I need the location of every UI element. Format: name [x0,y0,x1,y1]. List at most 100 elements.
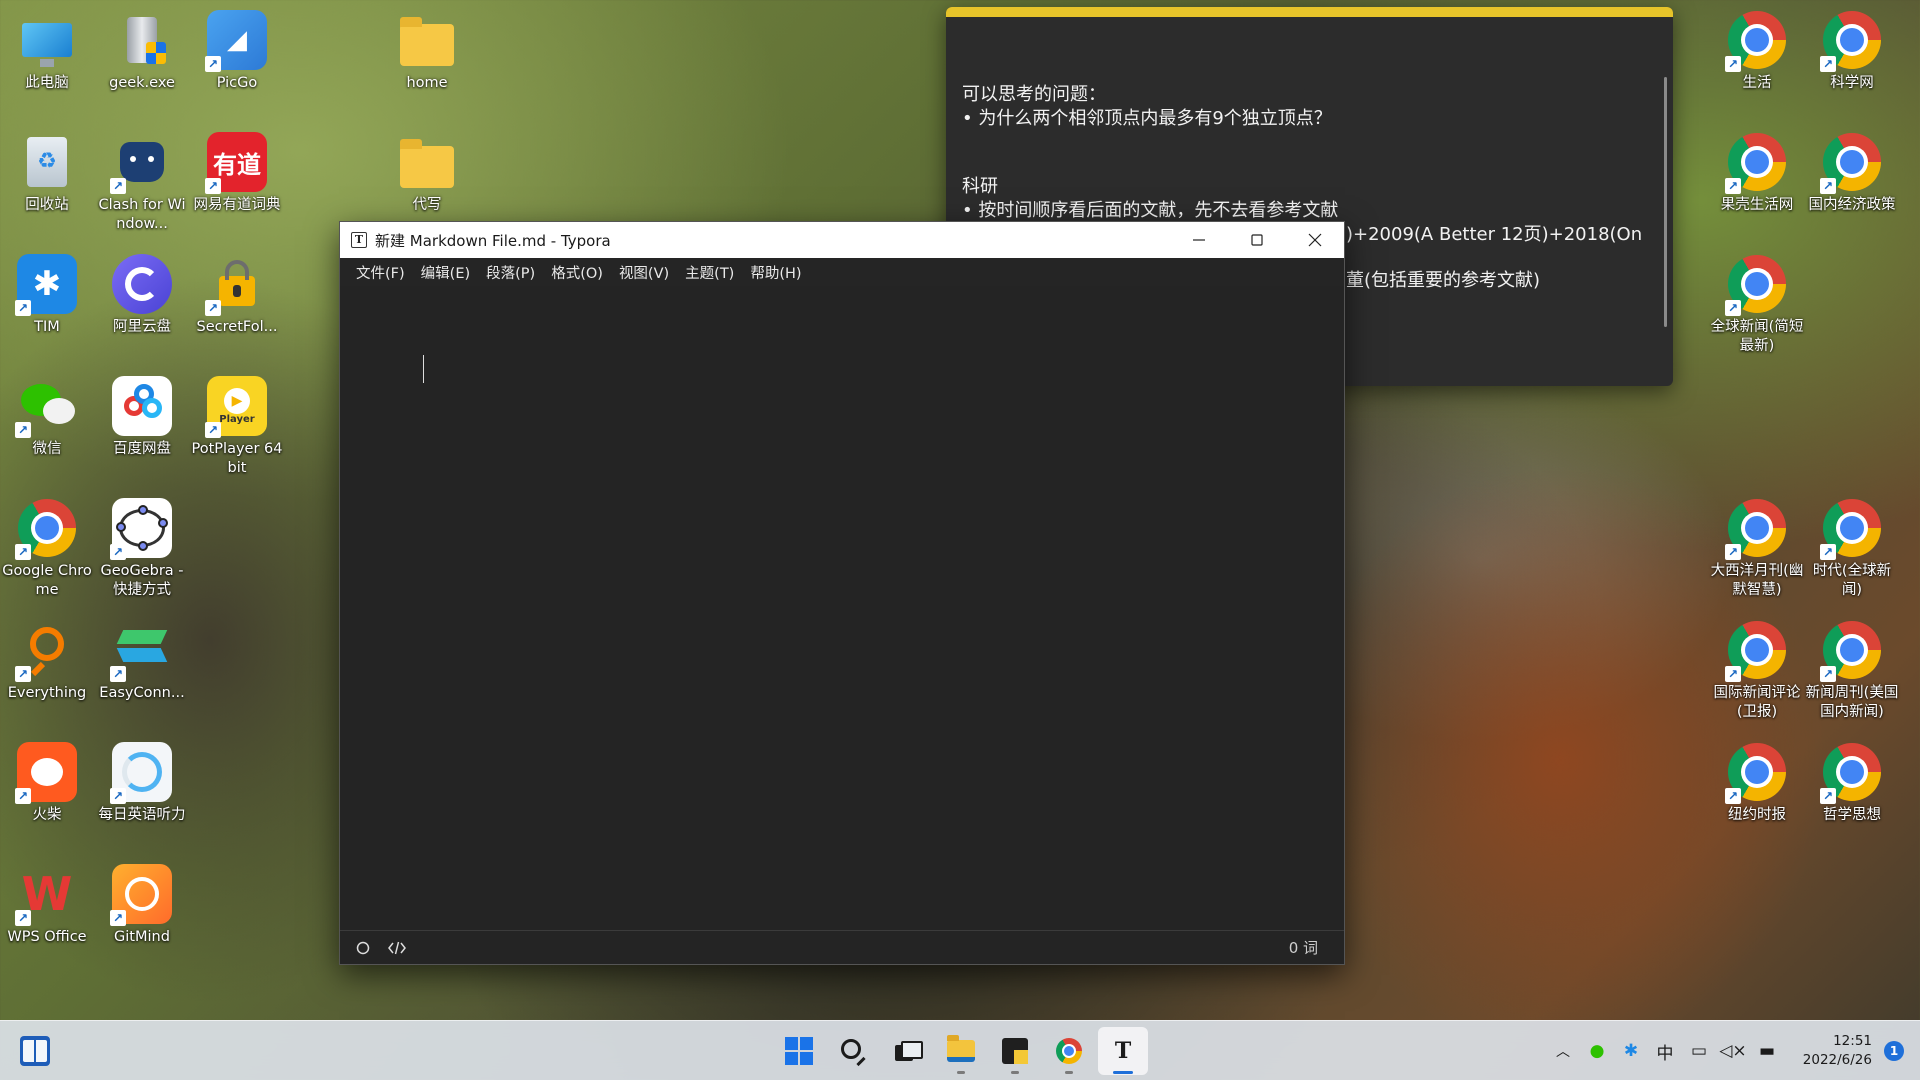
desktop-icon-secretfolder[interactable]: ↗ SecretFol... [189,254,285,337]
show-hidden-icons-button[interactable]: ︿ [1546,1041,1580,1061]
windows-logo-icon [785,1037,813,1065]
chrome-icon: ↗ [1820,498,1882,560]
source-code-mode-button[interactable] [382,933,412,963]
everything-icon: ↗ [15,620,77,682]
wps-icon: W ↗ [15,864,77,926]
chrome-icon: ↗ [1725,620,1787,682]
taskbar-file-explorer[interactable] [936,1027,986,1075]
notification-badge[interactable]: 1 [1884,1041,1904,1061]
desktop-icon-newsweek[interactable]: ↗ 新闻周刊(美国国内新闻) [1804,620,1900,722]
desktop-icon-youdao[interactable]: 有道 ↗ 网易有道词典 [189,132,285,215]
maximize-button[interactable] [1228,222,1286,258]
menu-edit[interactable]: 编辑(E) [413,262,478,283]
menu-paragraph[interactable]: 段落(P) [478,262,543,283]
close-button[interactable] [1286,222,1344,258]
task-view-button[interactable] [882,1027,932,1075]
desktop-icon-huochai[interactable]: ↗ 火柴 [0,742,95,825]
desktop-icon-potplayer[interactable]: ▶ Player ↗ PotPlayer 64 bit [189,376,285,478]
sticky-note-scrollbar[interactable] [1664,77,1667,327]
icon-label: Clash for Window... [98,197,186,232]
taskbar-typora[interactable]: T [1098,1027,1148,1075]
sticky-note-header[interactable] [946,7,1673,17]
battery-icon[interactable]: ▬ [1750,1041,1784,1061]
icon-label: EasyConn... [99,685,185,701]
wechat-tray-icon[interactable]: ● [1580,1041,1614,1061]
widgets-button[interactable] [20,1036,50,1066]
desktop-icon-gitmind[interactable]: ↗ GitMind [94,864,190,947]
desktop-icon-wechat[interactable]: ↗ 微信 [0,376,95,459]
input-method-indicator[interactable]: 中 [1648,1039,1682,1064]
desktop-icon-geek[interactable]: geek.exe [94,10,190,93]
menu-file[interactable]: 文件(F) [348,262,413,283]
desktop-icon-everything[interactable]: ↗ Everything [0,620,95,703]
tim-tray-icon[interactable]: ✱ [1614,1041,1648,1061]
minimize-button[interactable] [1170,222,1228,258]
typora-window[interactable]: T 新建 Markdown File.md - Typora 文件(F) 编辑(… [339,221,1345,965]
desktop-icon-recycle-bin[interactable]: ♻ 回收站 [0,132,95,215]
menu-help[interactable]: 帮助(H) [742,262,809,283]
desktop-icon-picgo[interactable]: ◢ ↗ PicGo [189,10,285,93]
volume-muted-icon[interactable]: ◁× [1716,1041,1750,1061]
icon-label: 国内经济政策 [1808,197,1896,213]
title-bar[interactable]: T 新建 Markdown File.md - Typora [340,222,1344,258]
desktop-icon-nytimes[interactable]: ↗ 纽约时报 [1709,742,1805,825]
desktop-icon-tim[interactable]: ✱ ↗ TIM [0,254,95,337]
desktop-icon-atlantic[interactable]: ↗ 大西洋月刊(幽默智慧) [1709,498,1805,600]
desktop-icon-philosophy[interactable]: ↗ 哲学思想 [1804,742,1900,825]
chrome-icon: ↗ [1725,254,1787,316]
shortcut-arrow-icon: ↗ [205,56,221,72]
desktop-icon-wps[interactable]: W ↗ WPS Office [0,864,95,947]
chrome-icon: ↗ [1820,132,1882,194]
search-button[interactable] [828,1027,878,1075]
outline-toggle-button[interactable] [348,933,378,963]
menu-view[interactable]: 视图(V) [611,262,677,283]
network-icon[interactable]: ▭ [1682,1041,1716,1061]
shortcut-arrow-icon: ↗ [205,300,221,316]
menu-format[interactable]: 格式(O) [543,262,611,283]
clock[interactable]: 12:51 2022/6/26 [1788,1032,1872,1070]
desktop-icon-baidu-netdisk[interactable]: 百度网盘 [94,376,190,459]
shortcut-arrow-icon: ↗ [1820,788,1836,804]
shortcut-arrow-icon: ↗ [110,910,126,926]
easyconnect-icon: ↗ [110,620,172,682]
shortcut-arrow-icon: ↗ [15,300,31,316]
start-button[interactable] [774,1027,824,1075]
desktop-icon-home-folder[interactable]: home [379,10,475,93]
desktop-icon-this-pc[interactable]: 此电脑 [0,10,95,93]
secret-folder-icon: ↗ [205,254,267,316]
taskbar-chrome[interactable] [1044,1027,1094,1075]
desktop-icon-shenghuo[interactable]: ↗ 生活 [1709,10,1805,93]
chrome-icon: ↗ [1725,742,1787,804]
chrome-icon: ↗ [1820,742,1882,804]
desktop-icon-clash[interactable]: ↗ Clash for Window... [94,132,190,234]
word-count[interactable]: 0 词 [1289,937,1318,958]
shortcut-arrow-icon: ↗ [15,666,31,682]
chrome-icon: ↗ [15,498,77,560]
desktop-icon-economy-policy[interactable]: ↗ 国内经济政策 [1804,132,1900,215]
desktop-icon-guoke[interactable]: ↗ 果壳生活网 [1709,132,1805,215]
picgo-icon: ◢ ↗ [205,10,267,72]
tim-icon: ✱ ↗ [15,254,77,316]
desktop-icon-kexuewang[interactable]: ↗ 科学网 [1804,10,1900,93]
icon-label: GitMind [114,929,170,945]
shortcut-arrow-icon: ↗ [1725,788,1741,804]
taskbar-apps: T [772,1027,1150,1075]
icon-label: geek.exe [109,75,175,91]
desktop-icon-google-chrome[interactable]: ↗ Google Chrome [0,498,95,600]
shortcut-arrow-icon: ↗ [15,544,31,560]
menu-theme[interactable]: 主题(T) [677,262,742,283]
desktop-icon-english-listening[interactable]: ↗ 每日英语听力 [94,742,190,825]
taskbar-sticky-notes[interactable] [990,1027,1040,1075]
clash-icon: ↗ [110,132,172,194]
desktop-icon-global-news[interactable]: ↗ 全球新闻(简短最新) [1709,254,1805,356]
shortcut-arrow-icon: ↗ [110,178,126,194]
editor-area[interactable] [340,286,1344,932]
desktop-icon-aliyun-drive[interactable]: 阿里云盘 [94,254,190,337]
desktop-icon-geogebra[interactable]: ↗ GeoGebra - 快捷方式 [94,498,190,600]
icon-label: 国际新闻评论(卫报) [1713,685,1801,720]
desktop-icon-daixie-folder[interactable]: 代写 [379,132,475,215]
active-indicator [1113,1071,1133,1074]
desktop-icon-guardian[interactable]: ↗ 国际新闻评论(卫报) [1709,620,1805,722]
desktop-icon-easyconnect[interactable]: ↗ EasyConn... [94,620,190,703]
desktop-icon-time[interactable]: ↗ 时代(全球新闻) [1804,498,1900,600]
